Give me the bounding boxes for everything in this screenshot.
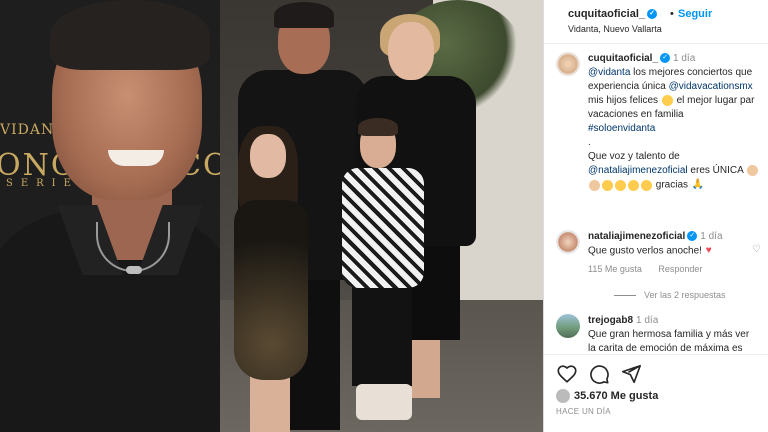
comment-body: trejogab8 1 día Que gran hermosa familia … — [588, 314, 766, 354]
heart-eyes-emoji-icon — [602, 179, 613, 191]
comment-like-heart-icon[interactable]: ♡ — [752, 244, 761, 255]
verified-badge-icon: ✓ — [687, 231, 698, 242]
clap-emoji-icon — [747, 164, 759, 176]
likes-row[interactable]: 35.670 Me gusta — [556, 389, 658, 403]
left-photo: VIDANTA ONCER SERIES CO — [0, 0, 220, 432]
boy-pants — [352, 286, 412, 386]
comment-username[interactable]: trejogab8 — [588, 315, 633, 326]
comment-icon[interactable] — [588, 363, 610, 385]
comment-body: nataliajimenezoficial ✓ 1 día Que gusto ve… — [588, 230, 766, 259]
post-photo[interactable] — [220, 0, 543, 432]
necklace-pendant — [126, 266, 142, 274]
comment-username[interactable]: nataliajimenezoficial — [588, 231, 685, 242]
verified-badge-icon: ✓ — [660, 53, 671, 64]
caption-line3b: el mejor lugar par — [673, 95, 755, 106]
mention-vidavacations[interactable]: @vidavacationsmx — [669, 81, 753, 92]
heart-eyes-emoji-icon — [615, 179, 626, 191]
follow-button[interactable]: Seguir — [678, 8, 712, 20]
girl-legs — [250, 376, 290, 432]
hashtag-soloenvidanta[interactable]: #soloenvidanta — [588, 122, 766, 136]
smile-emoji-icon — [661, 94, 673, 106]
pray-emoji-icon: 🙏 — [691, 179, 705, 190]
man-hair — [50, 0, 210, 70]
mention-vidanta[interactable]: @vidanta — [588, 67, 630, 78]
woman-head — [388, 22, 434, 80]
location-link[interactable]: Vidanta, Nuevo Vallarta — [568, 24, 662, 34]
post-footer: 35.670 Me gusta HACE UN DÍA — [544, 354, 768, 432]
boy-hair — [358, 118, 398, 136]
man-hair — [274, 2, 334, 28]
post-timestamp[interactable]: HACE UN DÍA — [556, 407, 611, 416]
header-username[interactable]: cuquitaoficial_ ✓ — [568, 8, 658, 20]
instagram-panel: cuquitaoficial_ ✓ • Seguir Vidanta, Nuevo… — [543, 0, 768, 432]
caption-line2: experiencia única — [588, 81, 669, 92]
man-smile — [108, 150, 164, 166]
heart-eyes-emoji-icon — [628, 179, 639, 191]
boy-shoes — [356, 384, 412, 420]
red-heart-emoji-icon: ♥ — [705, 245, 712, 256]
boy-shirt — [342, 168, 424, 288]
caption-body: cuquitaoficial_ ✓ 1 día @vidanta los mejor… — [588, 52, 766, 193]
comment-avatar[interactable] — [556, 230, 580, 254]
comment-meta: 115 Me gusta Responder — [588, 264, 716, 274]
caption-line8: eres ÚNICA — [687, 165, 744, 176]
caption-dot: . — [588, 137, 591, 148]
heart-eyes-emoji-icon — [641, 179, 652, 191]
caption-line7: Que voz y talento de — [588, 151, 680, 162]
caption-time[interactable]: 1 día — [673, 53, 695, 64]
comments-list[interactable]: cuquitaoficial_ ✓ 1 día @vidanta los mejor… — [544, 46, 768, 354]
comment-likes[interactable]: 115 Me gusta — [588, 264, 642, 274]
likes-count[interactable]: 35.670 — [574, 390, 608, 402]
mention-nataliajimenez[interactable]: @nataliajimenezoficial — [588, 165, 688, 176]
comment-time[interactable]: 1 día — [700, 231, 722, 242]
post-header: cuquitaoficial_ ✓ • Seguir Vidanta, Nuevo… — [544, 0, 768, 44]
caption-username[interactable]: cuquitaoficial_ — [588, 53, 658, 64]
header-dot: • — [670, 8, 674, 20]
header-username-text[interactable]: cuquitaoficial_ — [568, 8, 645, 20]
girl-dress — [234, 200, 308, 380]
caption-line1: los mejores conciertos que — [630, 67, 753, 78]
caption-avatar[interactable] — [556, 52, 580, 76]
share-icon[interactable] — [620, 363, 642, 385]
verified-badge-icon: ✓ — [647, 9, 658, 20]
likes-label[interactable]: Me gusta — [611, 390, 659, 402]
liker-avatar — [556, 389, 570, 403]
comment-avatar[interactable] — [556, 314, 580, 338]
comment-text-line2: la carita de emoción de máxima es — [588, 343, 743, 354]
caption-line3a: mis hijos felices — [588, 95, 661, 106]
girl-head — [250, 134, 286, 178]
reply-button[interactable]: Responder — [658, 264, 702, 274]
clap-emoji-icon — [589, 179, 600, 191]
caption-line9: gracias — [653, 179, 689, 191]
comment-text: Que gusto verlos anoche! — [588, 245, 702, 257]
caption-line4: vacaciones en familia — [588, 109, 684, 120]
view-replies-button[interactable]: Ver las 2 respuestas — [614, 290, 726, 300]
comment-time[interactable]: 1 día — [636, 315, 658, 326]
heart-icon[interactable] — [556, 363, 578, 385]
comment-text-line1: Que gran hermosa familia y más ver — [588, 329, 750, 340]
